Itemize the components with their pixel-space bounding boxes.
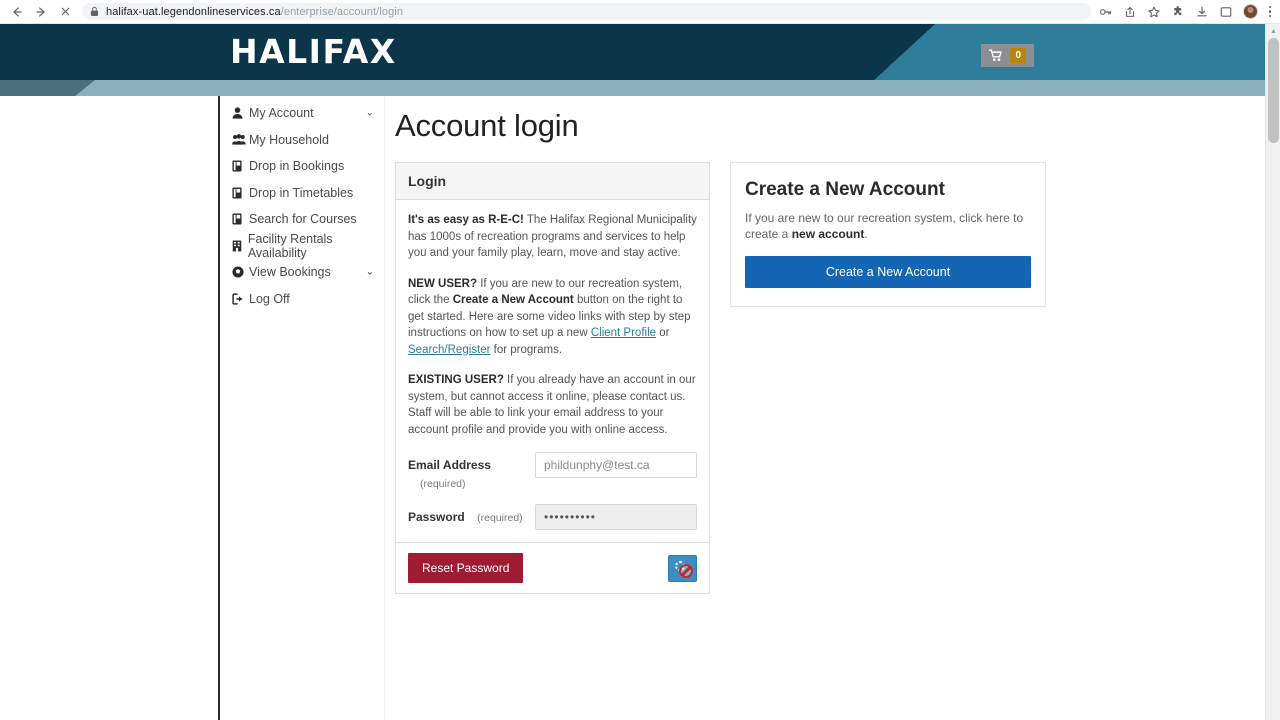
intro-paragraph: It's as easy as R-E-C! The Halifax Regio… (408, 212, 697, 262)
page-viewport: HALIFAX 0 My Account ⌄ My Household Drop… (0, 24, 1280, 720)
menu-kebab-icon[interactable] (1267, 5, 1274, 18)
book-icon (232, 187, 249, 199)
user-icon (232, 107, 249, 119)
lock-icon (90, 6, 99, 17)
sidebar-item-label: My Household (249, 132, 329, 147)
login-panel-heading: Login (396, 163, 709, 200)
url-path: /enterprise/account/login (280, 5, 404, 18)
form-row-spacer (408, 490, 697, 500)
sidebar-nav: My Account ⌄ My Household Drop in Bookin… (218, 96, 384, 720)
blocked-cursor-icon (679, 563, 693, 578)
forward-arrow-icon[interactable] (30, 2, 52, 22)
address-bar-url: halifax-uat.legendonlineservices.ca/ente… (106, 6, 403, 18)
book-icon (232, 213, 249, 225)
sidebar-item-label: My Account (249, 106, 314, 121)
key-icon[interactable] (1099, 4, 1114, 19)
shopping-cart-icon (989, 49, 1003, 62)
header-accent-strip (0, 80, 1280, 96)
create-text-part1: If you are new to our recreation system,… (745, 211, 1024, 241)
intro-bold: It's as easy as R-E-C! (408, 214, 524, 226)
sidebar-item-label: View Bookings (249, 265, 331, 280)
chevron-down-icon[interactable]: ⌄ (366, 108, 374, 119)
create-text-part2: . (864, 227, 868, 241)
login-panel-footer: Reset Password (396, 542, 709, 593)
page-title: Account login (395, 108, 579, 143)
new-user-paragraph: NEW USER? If you are new to our recreati… (408, 276, 697, 359)
browser-nav-buttons (0, 2, 76, 22)
create-account-text: If you are new to our recreation system,… (745, 210, 1031, 242)
extensions-icon[interactable] (1171, 4, 1186, 19)
browser-toolbar-icons (1099, 4, 1280, 19)
password-label-col: Password (required) (408, 504, 535, 526)
client-profile-link[interactable]: Client Profile (591, 327, 656, 339)
sidebar-item-label: Facility Rentals Availability (247, 231, 333, 260)
sidebar-item-my-household[interactable]: My Household (220, 127, 384, 154)
new-user-bold: Create a New Account (452, 294, 574, 306)
logout-icon (232, 293, 249, 305)
login-button[interactable] (668, 554, 697, 582)
email-input[interactable] (535, 452, 697, 478)
password-required-note: (required) (477, 512, 523, 524)
url-host: halifax-uat.legendonlineservices.ca (106, 5, 281, 18)
sidebar-item-view-bookings[interactable]: View Bookings ⌄ (220, 259, 384, 286)
building-icon (232, 240, 248, 252)
sidebar-item-label: Search for Courses (249, 212, 357, 227)
sidebar-item-search-for-courses[interactable]: Search for Courses (220, 206, 384, 233)
sidebar-item-my-account[interactable]: My Account ⌄ (220, 100, 384, 127)
header-dark-shape (0, 24, 935, 80)
stop-loading-icon[interactable] (54, 2, 76, 22)
address-bar[interactable]: halifax-uat.legendonlineservices.ca/ente… (82, 3, 1091, 20)
create-new-account-button[interactable]: Create a New Account (745, 256, 1031, 288)
email-label: Email Address (408, 458, 491, 472)
email-field-row: Email Address (required) (408, 452, 697, 490)
reset-password-button[interactable]: Reset Password (408, 553, 524, 583)
sidebar-item-label: Drop in Timetables (249, 185, 354, 200)
download-icon[interactable] (1195, 4, 1210, 19)
new-user-text-4: for programs. (490, 343, 563, 356)
sidebar-item-drop-in-timetables[interactable]: Drop in Timetables (220, 180, 384, 207)
share-icon[interactable] (1123, 4, 1138, 19)
email-label-col: Email Address (required) (408, 452, 535, 490)
soccer-ball-icon (232, 266, 249, 278)
sidebar-item-label: Drop in Bookings (249, 159, 345, 174)
main-content: Account login Login It's as easy as R-E-… (385, 96, 1280, 720)
header-strip-dark-shape (0, 80, 95, 96)
back-arrow-icon[interactable] (6, 2, 28, 22)
existing-user-label: EXISTING USER? (408, 374, 504, 386)
site-logo[interactable]: HALIFAX (230, 32, 397, 72)
password-label: Password (408, 510, 465, 524)
password-input[interactable] (535, 504, 697, 530)
new-user-label: NEW USER? (408, 277, 477, 290)
book-icon (232, 160, 249, 172)
star-icon[interactable] (1147, 4, 1162, 19)
email-required-note: (required) (420, 478, 466, 490)
search-register-link[interactable]: Search/Register (408, 344, 490, 356)
profile-avatar[interactable] (1242, 4, 1258, 19)
chevron-down-icon[interactable]: ⌄ (366, 267, 374, 278)
existing-user-paragraph: EXISTING USER? If you already have an ac… (408, 372, 697, 438)
sidebar-item-log-off[interactable]: Log Off (220, 286, 384, 313)
login-panel-body: It's as easy as R-E-C! The Halifax Regio… (396, 200, 709, 542)
scrollbar-thumb[interactable] (1268, 38, 1279, 143)
page-body: My Account ⌄ My Household Drop in Bookin… (0, 96, 1280, 720)
new-user-text-3: or (656, 327, 670, 339)
create-text-bold: new account (791, 227, 865, 241)
cart-button[interactable]: 0 (981, 44, 1034, 67)
cart-count-badge: 0 (1010, 48, 1026, 63)
create-account-panel: Create a New Account If you are new to o… (730, 162, 1046, 307)
sidepanel-icon[interactable] (1219, 4, 1234, 19)
browser-toolbar: halifax-uat.legendonlineservices.ca/ente… (0, 0, 1280, 24)
users-group-icon (232, 134, 249, 145)
left-gutter (0, 96, 218, 720)
page-scrollbar[interactable]: ▲ (1265, 24, 1280, 720)
site-header: HALIFAX 0 (0, 24, 1280, 80)
sidebar-item-facility-rentals-availability[interactable]: Facility Rentals Availability (220, 231, 384, 260)
create-account-title: Create a New Account (745, 179, 945, 200)
panels-row: Login It's as easy as R-E-C! The Halifax… (395, 162, 1280, 594)
login-panel: Login It's as easy as R-E-C! The Halifax… (395, 162, 710, 594)
password-field-row: Password (required) (408, 504, 697, 530)
sidebar-item-drop-in-bookings[interactable]: Drop in Bookings (220, 153, 384, 180)
sidebar-item-label: Log Off (249, 291, 290, 306)
scroll-up-arrow-icon[interactable]: ▲ (1266, 24, 1280, 38)
